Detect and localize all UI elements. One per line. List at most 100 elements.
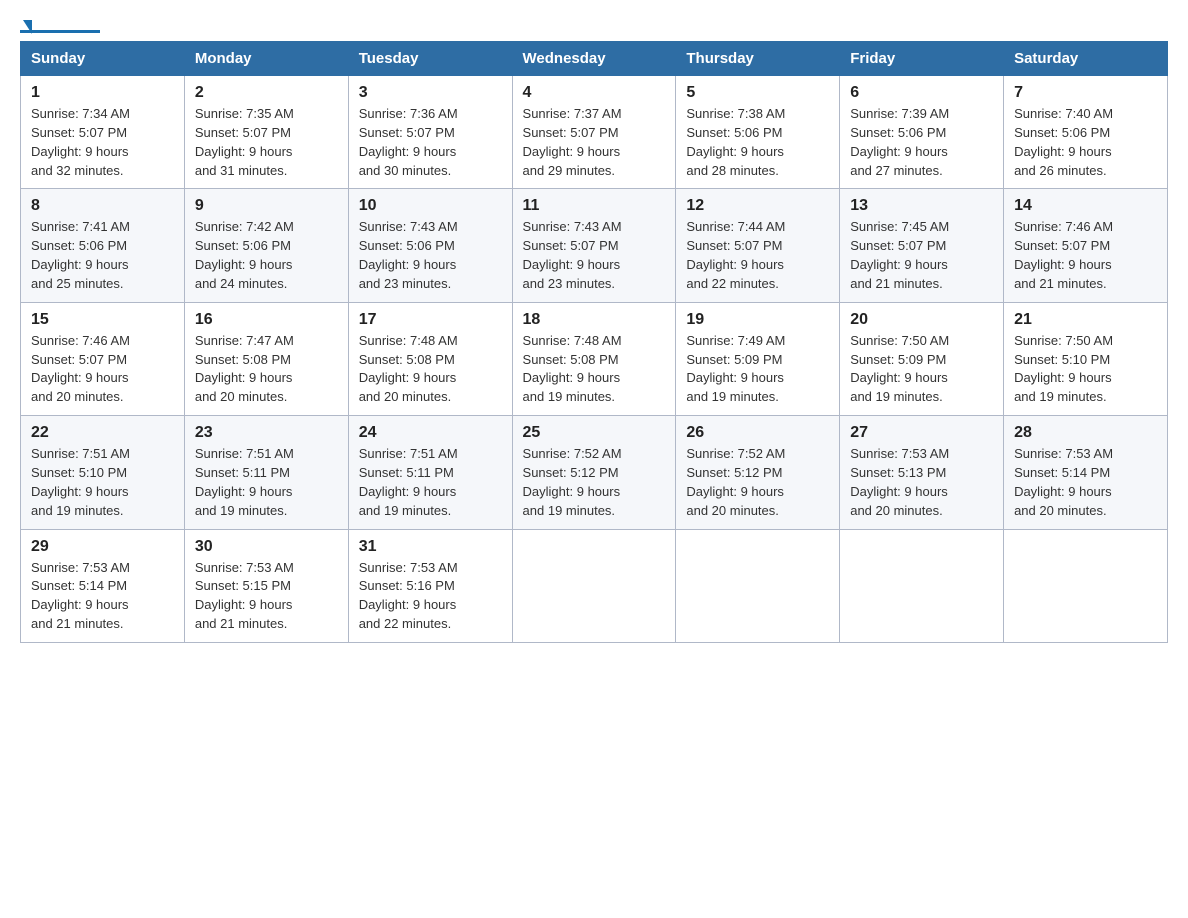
day-number: 2 (195, 84, 338, 102)
calendar-day-cell: 13 Sunrise: 7:45 AMSunset: 5:07 PMDaylig… (840, 189, 1004, 302)
day-number: 12 (686, 197, 829, 215)
calendar-table: SundayMondayTuesdayWednesdayThursdayFrid… (20, 41, 1168, 643)
calendar-day-cell: 1 Sunrise: 7:34 AMSunset: 5:07 PMDayligh… (21, 76, 185, 189)
day-number: 16 (195, 311, 338, 329)
day-of-week-header: Friday (840, 42, 1004, 76)
day-info: Sunrise: 7:48 AMSunset: 5:08 PMDaylight:… (523, 333, 622, 405)
calendar-week-row: 15 Sunrise: 7:46 AMSunset: 5:07 PMDaylig… (21, 302, 1168, 415)
day-number: 10 (359, 197, 502, 215)
day-number: 11 (523, 197, 666, 215)
day-number: 14 (1014, 197, 1157, 215)
day-info: Sunrise: 7:51 AMSunset: 5:10 PMDaylight:… (31, 446, 130, 518)
day-info: Sunrise: 7:50 AMSunset: 5:09 PMDaylight:… (850, 333, 949, 405)
day-number: 1 (31, 84, 174, 102)
calendar-day-cell: 14 Sunrise: 7:46 AMSunset: 5:07 PMDaylig… (1004, 189, 1168, 302)
day-info: Sunrise: 7:53 AMSunset: 5:14 PMDaylight:… (31, 560, 130, 632)
calendar-day-cell: 28 Sunrise: 7:53 AMSunset: 5:14 PMDaylig… (1004, 416, 1168, 529)
day-info: Sunrise: 7:52 AMSunset: 5:12 PMDaylight:… (686, 446, 785, 518)
day-number: 19 (686, 311, 829, 329)
day-info: Sunrise: 7:53 AMSunset: 5:16 PMDaylight:… (359, 560, 458, 632)
day-of-week-header: Saturday (1004, 42, 1168, 76)
day-info: Sunrise: 7:44 AMSunset: 5:07 PMDaylight:… (686, 219, 785, 291)
calendar-day-cell: 12 Sunrise: 7:44 AMSunset: 5:07 PMDaylig… (676, 189, 840, 302)
calendar-day-cell: 23 Sunrise: 7:51 AMSunset: 5:11 PMDaylig… (184, 416, 348, 529)
day-info: Sunrise: 7:38 AMSunset: 5:06 PMDaylight:… (686, 106, 785, 178)
calendar-day-cell: 5 Sunrise: 7:38 AMSunset: 5:06 PMDayligh… (676, 76, 840, 189)
calendar-day-cell: 21 Sunrise: 7:50 AMSunset: 5:10 PMDaylig… (1004, 302, 1168, 415)
calendar-day-cell: 18 Sunrise: 7:48 AMSunset: 5:08 PMDaylig… (512, 302, 676, 415)
day-info: Sunrise: 7:35 AMSunset: 5:07 PMDaylight:… (195, 106, 294, 178)
day-info: Sunrise: 7:53 AMSunset: 5:14 PMDaylight:… (1014, 446, 1113, 518)
day-number: 4 (523, 84, 666, 102)
calendar-day-cell: 26 Sunrise: 7:52 AMSunset: 5:12 PMDaylig… (676, 416, 840, 529)
calendar-day-cell: 25 Sunrise: 7:52 AMSunset: 5:12 PMDaylig… (512, 416, 676, 529)
day-number: 20 (850, 311, 993, 329)
day-number: 21 (1014, 311, 1157, 329)
calendar-day-cell: 8 Sunrise: 7:41 AMSunset: 5:06 PMDayligh… (21, 189, 185, 302)
day-number: 27 (850, 424, 993, 442)
day-number: 22 (31, 424, 174, 442)
calendar-day-cell: 10 Sunrise: 7:43 AMSunset: 5:06 PMDaylig… (348, 189, 512, 302)
day-info: Sunrise: 7:46 AMSunset: 5:07 PMDaylight:… (1014, 219, 1113, 291)
calendar-day-cell: 29 Sunrise: 7:53 AMSunset: 5:14 PMDaylig… (21, 529, 185, 642)
day-number: 7 (1014, 84, 1157, 102)
day-number: 24 (359, 424, 502, 442)
page-header (20, 20, 1168, 31)
day-of-week-header: Wednesday (512, 42, 676, 76)
day-info: Sunrise: 7:52 AMSunset: 5:12 PMDaylight:… (523, 446, 622, 518)
calendar-day-cell: 30 Sunrise: 7:53 AMSunset: 5:15 PMDaylig… (184, 529, 348, 642)
day-number: 5 (686, 84, 829, 102)
day-of-week-header: Monday (184, 42, 348, 76)
day-info: Sunrise: 7:51 AMSunset: 5:11 PMDaylight:… (195, 446, 294, 518)
day-number: 15 (31, 311, 174, 329)
day-info: Sunrise: 7:49 AMSunset: 5:09 PMDaylight:… (686, 333, 785, 405)
calendar-day-cell: 17 Sunrise: 7:48 AMSunset: 5:08 PMDaylig… (348, 302, 512, 415)
calendar-day-cell: 4 Sunrise: 7:37 AMSunset: 5:07 PMDayligh… (512, 76, 676, 189)
day-info: Sunrise: 7:53 AMSunset: 5:15 PMDaylight:… (195, 560, 294, 632)
calendar-day-cell: 6 Sunrise: 7:39 AMSunset: 5:06 PMDayligh… (840, 76, 1004, 189)
day-info: Sunrise: 7:41 AMSunset: 5:06 PMDaylight:… (31, 219, 130, 291)
day-info: Sunrise: 7:37 AMSunset: 5:07 PMDaylight:… (523, 106, 622, 178)
logo (20, 20, 100, 31)
calendar-week-row: 22 Sunrise: 7:51 AMSunset: 5:10 PMDaylig… (21, 416, 1168, 529)
day-number: 13 (850, 197, 993, 215)
day-number: 6 (850, 84, 993, 102)
calendar-day-cell: 27 Sunrise: 7:53 AMSunset: 5:13 PMDaylig… (840, 416, 1004, 529)
day-number: 18 (523, 311, 666, 329)
day-number: 31 (359, 538, 502, 556)
day-number: 29 (31, 538, 174, 556)
day-number: 30 (195, 538, 338, 556)
day-info: Sunrise: 7:42 AMSunset: 5:06 PMDaylight:… (195, 219, 294, 291)
day-info: Sunrise: 7:43 AMSunset: 5:06 PMDaylight:… (359, 219, 458, 291)
day-info: Sunrise: 7:51 AMSunset: 5:11 PMDaylight:… (359, 446, 458, 518)
day-info: Sunrise: 7:36 AMSunset: 5:07 PMDaylight:… (359, 106, 458, 178)
day-info: Sunrise: 7:47 AMSunset: 5:08 PMDaylight:… (195, 333, 294, 405)
day-number: 23 (195, 424, 338, 442)
day-number: 25 (523, 424, 666, 442)
day-number: 9 (195, 197, 338, 215)
calendar-day-cell (512, 529, 676, 642)
day-number: 8 (31, 197, 174, 215)
calendar-day-cell: 19 Sunrise: 7:49 AMSunset: 5:09 PMDaylig… (676, 302, 840, 415)
calendar-day-cell (1004, 529, 1168, 642)
calendar-day-cell: 3 Sunrise: 7:36 AMSunset: 5:07 PMDayligh… (348, 76, 512, 189)
day-number: 3 (359, 84, 502, 102)
day-info: Sunrise: 7:40 AMSunset: 5:06 PMDaylight:… (1014, 106, 1113, 178)
calendar-header-row: SundayMondayTuesdayWednesdayThursdayFrid… (21, 42, 1168, 76)
day-info: Sunrise: 7:39 AMSunset: 5:06 PMDaylight:… (850, 106, 949, 178)
day-of-week-header: Thursday (676, 42, 840, 76)
day-number: 17 (359, 311, 502, 329)
day-info: Sunrise: 7:46 AMSunset: 5:07 PMDaylight:… (31, 333, 130, 405)
calendar-day-cell: 7 Sunrise: 7:40 AMSunset: 5:06 PMDayligh… (1004, 76, 1168, 189)
calendar-day-cell: 9 Sunrise: 7:42 AMSunset: 5:06 PMDayligh… (184, 189, 348, 302)
calendar-day-cell: 11 Sunrise: 7:43 AMSunset: 5:07 PMDaylig… (512, 189, 676, 302)
day-number: 26 (686, 424, 829, 442)
day-number: 28 (1014, 424, 1157, 442)
day-info: Sunrise: 7:48 AMSunset: 5:08 PMDaylight:… (359, 333, 458, 405)
calendar-day-cell: 2 Sunrise: 7:35 AMSunset: 5:07 PMDayligh… (184, 76, 348, 189)
calendar-day-cell: 31 Sunrise: 7:53 AMSunset: 5:16 PMDaylig… (348, 529, 512, 642)
day-of-week-header: Sunday (21, 42, 185, 76)
calendar-day-cell: 22 Sunrise: 7:51 AMSunset: 5:10 PMDaylig… (21, 416, 185, 529)
day-info: Sunrise: 7:50 AMSunset: 5:10 PMDaylight:… (1014, 333, 1113, 405)
day-info: Sunrise: 7:53 AMSunset: 5:13 PMDaylight:… (850, 446, 949, 518)
